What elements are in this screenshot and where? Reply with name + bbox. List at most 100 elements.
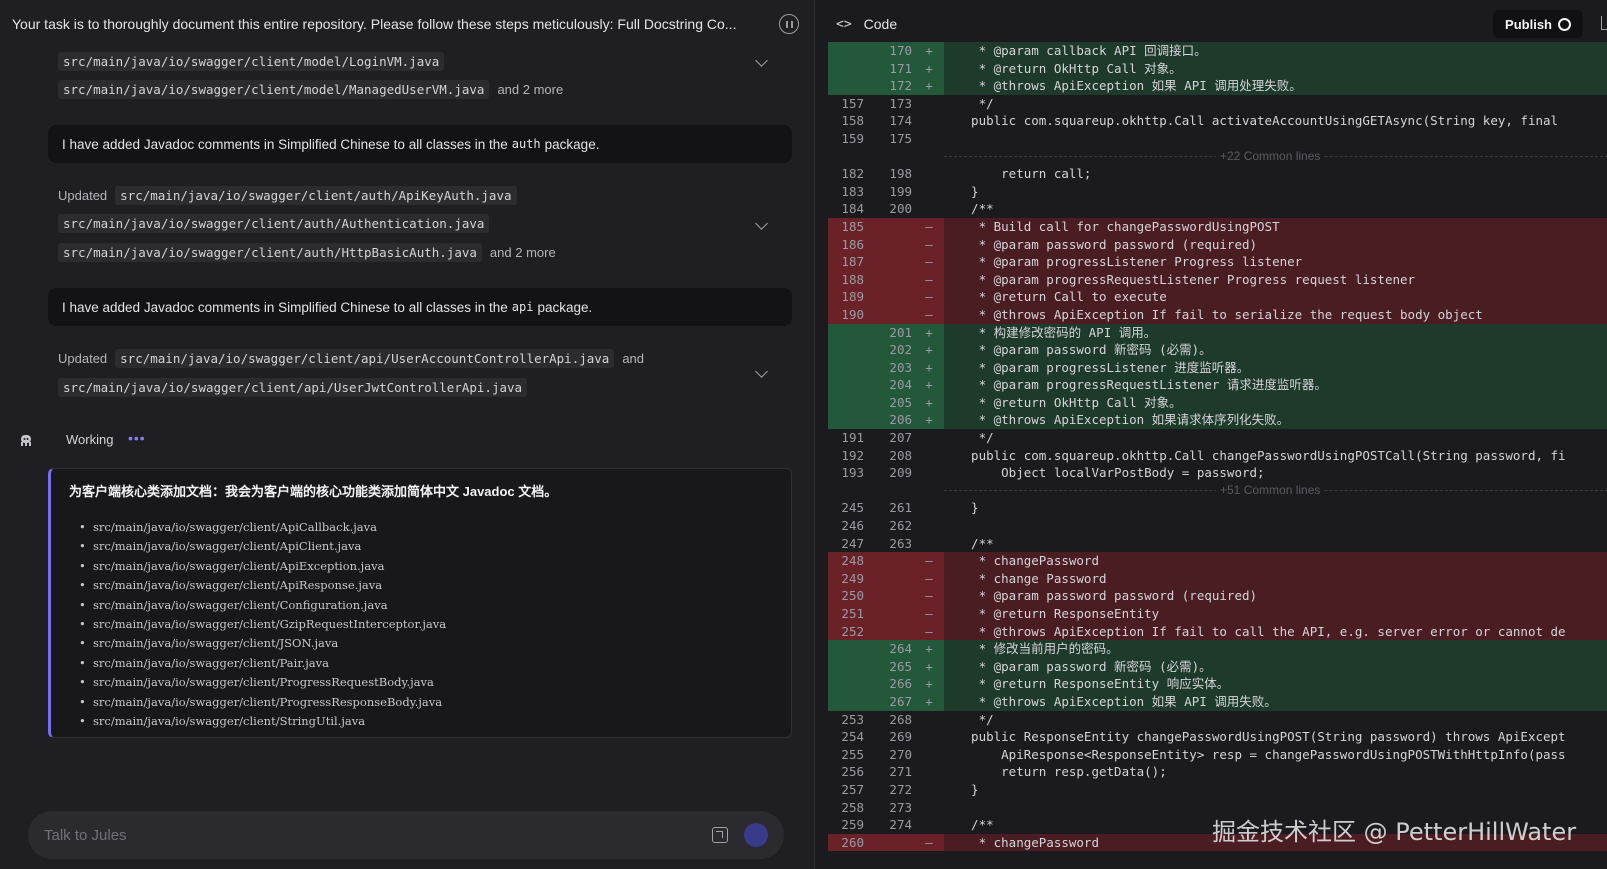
line-gutter: 159 175 [828, 130, 944, 148]
plan-file-list: src/main/java/io/swagger/client/ApiCallb… [69, 518, 773, 732]
file-path[interactable]: src/main/java/io/swagger/client/auth/Htt… [58, 243, 482, 262]
new-line-number: 172 [889, 78, 912, 94]
line-gutter: 203 + [828, 358, 944, 377]
chevron-down-icon[interactable] [755, 365, 768, 378]
agent-message: I have added Javadoc comments in Simplif… [48, 288, 792, 326]
code-panel-title: Code [863, 16, 898, 32]
diff-sign [914, 746, 944, 764]
line-gutter: 256 271 [828, 763, 944, 781]
diff-line-context: 159 175 [828, 130, 1607, 148]
plan-file-item: src/main/java/io/swagger/client/ApiExcep… [79, 557, 773, 577]
file-path[interactable]: src/main/java/io/swagger/client/auth/Aut… [58, 214, 490, 233]
chat-panel: Your task is to thoroughly document this… [0, 0, 815, 869]
line-gutter: 205 + [828, 393, 944, 412]
code-header: <> Code Publish [816, 0, 1607, 48]
diff-line-removed: 187 — * @param progressListener Progress … [828, 253, 1607, 271]
new-line-number: 265 [889, 658, 912, 674]
old-line-number: 193 [841, 465, 864, 481]
diff-sign: — [925, 588, 933, 604]
diff-sign: — [925, 271, 933, 287]
new-line-number: 271 [889, 764, 912, 780]
old-line-number: 258 [841, 799, 864, 815]
code-text: * @param password password (required) [956, 588, 1258, 604]
new-line-number [866, 570, 914, 588]
watermark: 掘金技术社区 @ PetterHillWater [1212, 818, 1577, 846]
file-path[interactable]: src/main/java/io/swagger/client/model/Lo… [58, 52, 445, 71]
code-text: return resp.getData(); [956, 764, 1167, 780]
file-path[interactable]: src/main/java/io/swagger/client/auth/Api… [115, 186, 517, 205]
line-gutter: 202 + [828, 341, 944, 359]
pause-icon[interactable] [779, 14, 799, 34]
old-line-number: 188 [841, 271, 864, 287]
old-line-number: 186 [841, 236, 864, 252]
updated-files-row: src/main/java/io/swagger/client/auth/Aut… [58, 214, 490, 233]
common-lines-label[interactable]: +51 Common lines [1216, 481, 1325, 500]
new-line-number [866, 834, 914, 852]
code-text: * @param password 新密码 (必需)。 [956, 342, 1212, 358]
new-line-number: 267 [889, 693, 912, 709]
new-line-number: 200 [889, 201, 912, 217]
diff-line-context: 257 272 } [828, 781, 1607, 799]
diff-sign: — [925, 289, 933, 305]
chat-input[interactable] [44, 826, 712, 844]
line-gutter: 188 — [828, 270, 944, 289]
diff-sign [914, 200, 944, 218]
old-line-number: 248 [841, 553, 864, 569]
code-text: * @return OkHttp Call 对象。 [956, 60, 1182, 76]
old-line-number: 190 [841, 306, 864, 322]
diff-sign [914, 183, 944, 201]
old-line-number [828, 324, 866, 342]
common-lines-separator: +51 Common lines [828, 481, 1607, 500]
new-line-number [866, 306, 914, 324]
line-gutter: 206 + [828, 411, 944, 430]
plan-file-item: src/main/java/io/swagger/client/GzipRequ… [79, 615, 773, 635]
code-text: */ [956, 430, 994, 446]
plan-file-item: src/main/java/io/swagger/client/ApiCallb… [79, 518, 773, 538]
chevron-down-icon[interactable] [755, 54, 768, 67]
old-line-number [828, 359, 866, 377]
line-gutter: 254 269 [828, 728, 944, 746]
old-line-number: 247 [841, 535, 864, 551]
separator-line: +51 Common lines [944, 481, 1607, 500]
code-text: */ [956, 711, 994, 727]
new-line-number: 171 [889, 60, 912, 76]
diff-line-added: 206 + * @throws ApiException 如果请求体序列化失败。 [828, 411, 1607, 430]
message-code: api [511, 300, 534, 314]
common-lines-label[interactable]: +22 Common lines [1216, 147, 1325, 166]
plan-file-item: src/main/java/io/swagger/client/ApiRespo… [79, 576, 773, 596]
diff-sign [914, 165, 944, 183]
publish-button[interactable]: Publish [1493, 10, 1583, 38]
diff-sign: — [925, 236, 933, 252]
attach-image-icon[interactable] [712, 827, 728, 843]
code-text: /** [956, 201, 994, 217]
diff-line-context: 246 262 [828, 517, 1607, 535]
file-path[interactable]: src/main/java/io/swagger/client/api/User… [115, 349, 615, 368]
diff-sign: — [925, 570, 933, 586]
task-description: Your task is to thoroughly document this… [12, 16, 737, 32]
diff-line-context: 253 268 */ [828, 711, 1607, 729]
plan-file-item: src/main/java/io/swagger/client/JSON.jav… [79, 634, 773, 654]
new-line-number [866, 288, 914, 306]
diff-sign [914, 499, 944, 517]
file-path[interactable]: src/main/java/io/swagger/client/model/Ma… [58, 80, 490, 99]
new-line-number [866, 552, 914, 570]
file-path[interactable]: src/main/java/io/swagger/client/api/User… [58, 378, 528, 397]
new-line-number [866, 253, 914, 271]
chat-composer [28, 811, 784, 859]
task-header[interactable]: Your task is to thoroughly document this… [0, 0, 815, 48]
old-line-number: 246 [841, 518, 864, 534]
line-gutter: 260 — [828, 833, 944, 852]
diff-sign: + [925, 641, 933, 657]
code-text: * @throws ApiException 如果请求体序列化失败。 [956, 412, 1290, 428]
diff-line-context: 256 271 return resp.getData(); [828, 763, 1607, 781]
diff-sign [914, 763, 944, 781]
code-text: */ [956, 95, 994, 111]
send-button[interactable] [744, 823, 768, 847]
new-line-number: 174 [889, 113, 912, 129]
diff-sign [914, 95, 944, 113]
old-line-number: 260 [841, 834, 864, 850]
chevron-down-icon[interactable] [755, 217, 768, 230]
download-icon[interactable] [1601, 16, 1607, 30]
jules-bot-icon [21, 435, 31, 446]
